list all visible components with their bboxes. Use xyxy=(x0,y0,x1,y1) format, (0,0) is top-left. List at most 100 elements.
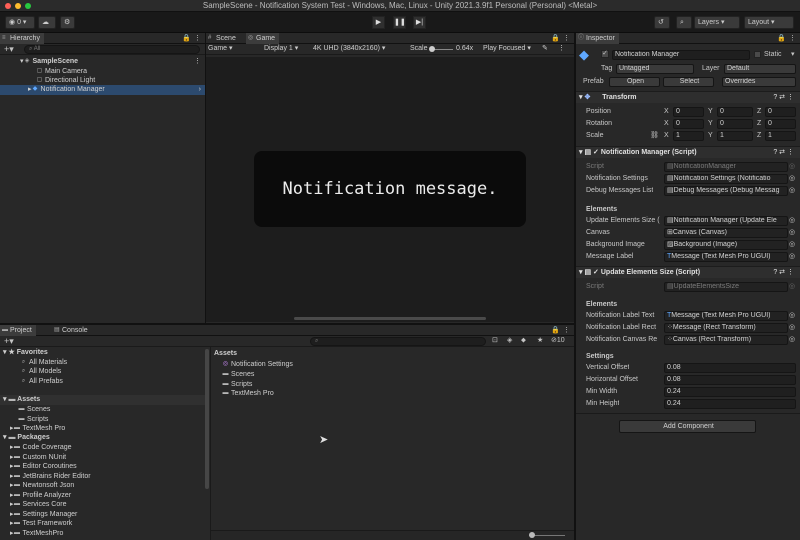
enabled-check-icon[interactable]: ✓ xyxy=(593,269,599,276)
tab-console[interactable]: ▤ Console xyxy=(52,325,92,336)
icon-size-slider-thumb[interactable] xyxy=(529,532,535,538)
rotation-y-field[interactable]: 0 xyxy=(717,119,753,129)
mute-icon[interactable]: ✎ xyxy=(542,44,548,54)
static-checkbox[interactable] xyxy=(754,51,761,58)
pause-button[interactable]: ❚❚ xyxy=(393,16,406,29)
project-search-input[interactable]: ⌕ xyxy=(310,337,486,346)
settings-field[interactable]: ▤Notification Settings (Notificatio xyxy=(664,174,788,184)
search-by-tag-icon[interactable]: ⬥ xyxy=(521,336,526,346)
tree-scrollbar[interactable] xyxy=(205,349,209,489)
lock-icon[interactable]: 🔒 xyxy=(551,326,560,334)
play-button[interactable]: ▶ xyxy=(372,16,385,29)
tab-inspector[interactable]: ⓘ Inspector xyxy=(576,33,619,44)
collab-button[interactable]: ⚙ xyxy=(60,16,75,29)
manager-script-header[interactable]: ▾ ▤ ✓ Notification Manager (Script) ? ⇄ … xyxy=(576,146,800,158)
prefab-select-button[interactable]: Select xyxy=(663,77,714,87)
object-picker-icon[interactable]: ◎ xyxy=(789,311,795,319)
tab-scene[interactable]: # Scene xyxy=(206,33,240,44)
search-by-label-icon[interactable]: ◈ xyxy=(507,336,512,346)
component-menu-icon[interactable]: ? ⇄ ⋮ xyxy=(773,147,794,159)
component-menu-icon[interactable]: ? ⇄ ⋮ xyxy=(773,267,794,279)
asset-folder[interactable]: ▬ Scenes xyxy=(18,405,51,415)
display-dropdown[interactable]: Display 1 ▾ xyxy=(264,44,298,54)
package-item[interactable]: ▸▬ Newtonsoft Json xyxy=(10,481,74,491)
canvas-field[interactable]: ⊞Canvas (Canvas) xyxy=(664,228,788,238)
position-z-field[interactable]: 0 xyxy=(765,107,796,117)
object-picker-icon[interactable]: ◎ xyxy=(789,174,795,182)
scale-slider[interactable] xyxy=(429,46,453,52)
package-item[interactable]: ▸▬ Editor Coroutines xyxy=(10,462,77,472)
breadcrumb[interactable]: Assets xyxy=(214,349,237,359)
packages-header[interactable]: ▾ ▬ Packages xyxy=(0,433,205,443)
update-elements-field[interactable]: ▤Notification Manager (Update Ele xyxy=(664,216,788,226)
game-viewport[interactable]: Notification message. xyxy=(206,57,574,322)
lock-icon[interactable]: 🔒 xyxy=(182,34,191,42)
more-menu-icon[interactable]: ⋮ xyxy=(558,44,565,54)
object-name-field[interactable]: Notification Manager xyxy=(612,50,750,60)
object-picker-icon[interactable]: ◎ xyxy=(789,335,795,343)
background-field[interactable]: ▨Background (Image) xyxy=(664,240,788,250)
rotation-z-field[interactable]: 0 xyxy=(765,119,796,129)
add-component-button[interactable]: Add Component xyxy=(619,420,756,433)
step-button[interactable]: ▶| xyxy=(413,16,426,29)
favorite-item[interactable]: ⌕ All Models xyxy=(20,367,61,377)
horizontal-offset-field[interactable]: 0.08 xyxy=(664,375,796,385)
package-item[interactable]: ▸▬ Test Framework xyxy=(10,519,72,529)
hidden-packages-icon[interactable]: ⊘10 xyxy=(551,336,565,346)
search-by-type-icon[interactable]: ⊡ xyxy=(492,336,498,346)
favorite-star-icon[interactable]: ★ xyxy=(537,336,543,346)
scale-y-field[interactable]: 1 xyxy=(717,131,753,141)
account-button[interactable]: ◉ 0 ▾ xyxy=(5,16,35,29)
add-object-button[interactable]: +▾ xyxy=(4,44,14,54)
package-item[interactable]: ▸▬ Code Coverage xyxy=(10,443,72,453)
position-y-field[interactable]: 0 xyxy=(717,107,753,117)
cloud-button[interactable]: ☁ xyxy=(38,16,56,29)
content-item[interactable]: ▬ TextMesh Pro xyxy=(222,389,274,399)
game-mode-dropdown[interactable]: Game ▾ xyxy=(208,44,233,54)
rotation-x-field[interactable]: 0 xyxy=(673,119,704,129)
package-item[interactable]: ▸▬ Services Core xyxy=(10,500,66,510)
content-item[interactable]: ◎ Notification Settings xyxy=(222,360,293,370)
resolution-dropdown[interactable]: 4K UHD (3840x2160) ▾ xyxy=(313,44,385,54)
play-mode-dropdown[interactable]: Play Focused ▾ xyxy=(483,44,531,54)
tag-dropdown[interactable]: Untagged xyxy=(616,64,694,74)
position-x-field[interactable]: 0 xyxy=(673,107,704,117)
tab-game[interactable]: ◎ Game xyxy=(246,33,280,44)
canvas-rect-field[interactable]: ⁘Canvas (Rect Transform) xyxy=(664,335,788,345)
package-item[interactable]: ▸▬ TextMeshPro xyxy=(10,529,63,539)
min-height-field[interactable]: 0.24 xyxy=(664,399,796,409)
more-menu-icon[interactable]: ⋮ xyxy=(789,34,796,42)
scale-slider-thumb[interactable] xyxy=(429,46,435,52)
scene-menu-icon[interactable]: ⋮ xyxy=(194,57,201,67)
hierarchy-search-input[interactable]: ⌕ All xyxy=(24,45,200,54)
link-icon[interactable]: ⛓ xyxy=(650,130,659,141)
content-item[interactable]: ▬ Scenes xyxy=(222,370,255,380)
scale-x-field[interactable]: 1 xyxy=(673,131,704,141)
more-menu-icon[interactable]: ⋮ xyxy=(563,34,570,42)
enabled-check-icon[interactable]: ✓ xyxy=(593,149,599,156)
object-picker-icon[interactable]: ◎ xyxy=(789,228,795,236)
component-menu-icon[interactable]: ? ⇄ ⋮ xyxy=(773,92,794,104)
message-field[interactable]: TMessage (Text Mesh Pro UGUI) xyxy=(664,252,788,262)
scene-row[interactable]: ▾◈ SampleScene ⋮ xyxy=(0,57,205,67)
tab-project[interactable]: ▬ Project xyxy=(0,325,36,336)
scale-z-field[interactable]: 1 xyxy=(765,131,796,141)
horizontal-scrollbar[interactable] xyxy=(294,317,486,320)
object-picker-icon[interactable]: ◎ xyxy=(789,216,795,224)
object-picker-icon[interactable]: ◎ xyxy=(789,186,795,194)
prefab-open-button[interactable]: Open xyxy=(609,77,660,87)
active-checkbox[interactable]: ✓ xyxy=(601,50,609,58)
prefab-overrides-dropdown[interactable]: Overrides xyxy=(722,77,796,87)
label-rect-field[interactable]: ⁘Message (Rect Transform) xyxy=(664,323,788,333)
more-menu-icon[interactable]: ⋮ xyxy=(194,34,201,42)
layer-dropdown[interactable]: Default xyxy=(724,64,796,74)
history-button[interactable]: ↺ xyxy=(654,16,670,29)
layers-dropdown[interactable]: Layers ▾ xyxy=(694,16,740,29)
more-menu-icon[interactable]: ⋮ xyxy=(563,326,570,334)
debug-field[interactable]: ▤Debug Messages (Debug Messag xyxy=(664,186,788,196)
update-script-header[interactable]: ▾ ▤ ✓ Update Elements Size (Script) ? ⇄ … xyxy=(576,266,800,278)
search-button[interactable]: ⌕ xyxy=(676,16,692,29)
min-width-field[interactable]: 0.24 xyxy=(664,387,796,397)
object-picker-icon[interactable]: ◎ xyxy=(789,252,795,260)
assets-header[interactable]: ▾ ▬ Assets xyxy=(0,395,205,405)
